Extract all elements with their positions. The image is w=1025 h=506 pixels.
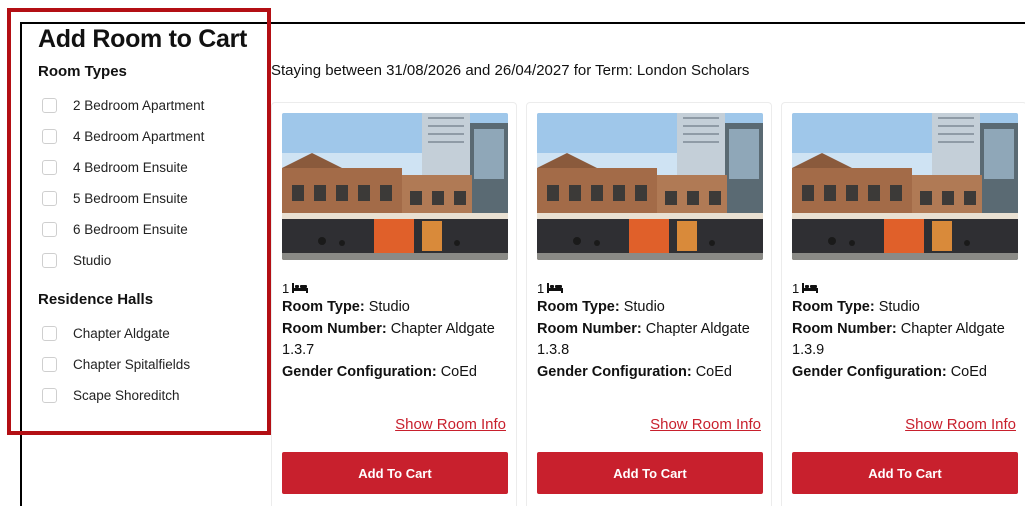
bed-icon [292, 281, 309, 296]
room-type-row: Room Type: Studio [537, 297, 761, 319]
gender-value: CoEd [440, 363, 477, 380]
bed-count: 1 [537, 280, 761, 296]
bed-count: 1 [282, 280, 506, 296]
room-type-row: Room Type: Studio [792, 297, 1016, 319]
room-type-value: Studio [368, 299, 410, 315]
room-card: 1 Room Type: Studio Room Number: Chapter… [781, 102, 1025, 506]
stay-info-text: Staying between 31/08/2026 and 26/04/202… [271, 62, 750, 79]
gender-row: Gender Configuration: CoEd [792, 362, 1016, 384]
bed-count-value: 1 [282, 280, 290, 296]
room-type-label: Room Type: [537, 299, 620, 315]
room-type-row: Room Type: Studio [282, 297, 506, 319]
gender-row: Gender Configuration: CoEd [282, 362, 506, 384]
gender-value: CoEd [950, 363, 987, 380]
room-photo [282, 113, 508, 260]
room-number-label: Room Number: [537, 320, 642, 337]
room-photo [537, 113, 763, 260]
room-details: Room Type: Studio Room Number: Chapter A… [282, 297, 506, 383]
room-details: Room Type: Studio Room Number: Chapter A… [537, 297, 761, 383]
gender-row: Gender Configuration: CoEd [537, 362, 761, 384]
show-room-info-link[interactable]: Show Room Info [395, 416, 506, 433]
room-card-list: 1 Room Type: Studio Room Number: Chapter… [271, 102, 1025, 506]
room-details: Room Type: Studio Room Number: Chapter A… [792, 297, 1016, 383]
room-card: 1 Room Type: Studio Room Number: Chapter… [271, 102, 517, 506]
add-to-cart-button[interactable]: Add To Cart [792, 452, 1018, 494]
room-type-value: Studio [623, 299, 665, 315]
gender-label: Gender Configuration: [792, 363, 947, 380]
show-room-info-link[interactable]: Show Room Info [650, 416, 761, 433]
room-number-label: Room Number: [792, 320, 897, 337]
show-room-info-link[interactable]: Show Room Info [905, 416, 1016, 433]
gender-label: Gender Configuration: [282, 363, 437, 380]
room-number-row: Room Number: Chapter Aldgate 1.3.7 [282, 319, 506, 362]
room-type-label: Room Type: [792, 299, 875, 315]
bed-icon [547, 281, 564, 296]
room-number-row: Room Number: Chapter Aldgate 1.3.9 [792, 319, 1016, 362]
gender-value: CoEd [695, 363, 732, 380]
room-card: 1 Room Type: Studio Room Number: Chapter… [526, 102, 772, 506]
bed-icon [802, 281, 819, 296]
add-to-cart-button[interactable]: Add To Cart [537, 452, 763, 494]
room-type-value: Studio [878, 299, 920, 315]
highlight-box [7, 8, 271, 435]
bed-count: 1 [792, 280, 1016, 296]
add-to-cart-button[interactable]: Add To Cart [282, 452, 508, 494]
room-photo [792, 113, 1018, 260]
room-number-label: Room Number: [282, 320, 387, 337]
room-type-label: Room Type: [282, 299, 365, 315]
bed-count-value: 1 [792, 280, 800, 296]
gender-label: Gender Configuration: [537, 363, 692, 380]
bed-count-value: 1 [537, 280, 545, 296]
room-number-row: Room Number: Chapter Aldgate 1.3.8 [537, 319, 761, 362]
